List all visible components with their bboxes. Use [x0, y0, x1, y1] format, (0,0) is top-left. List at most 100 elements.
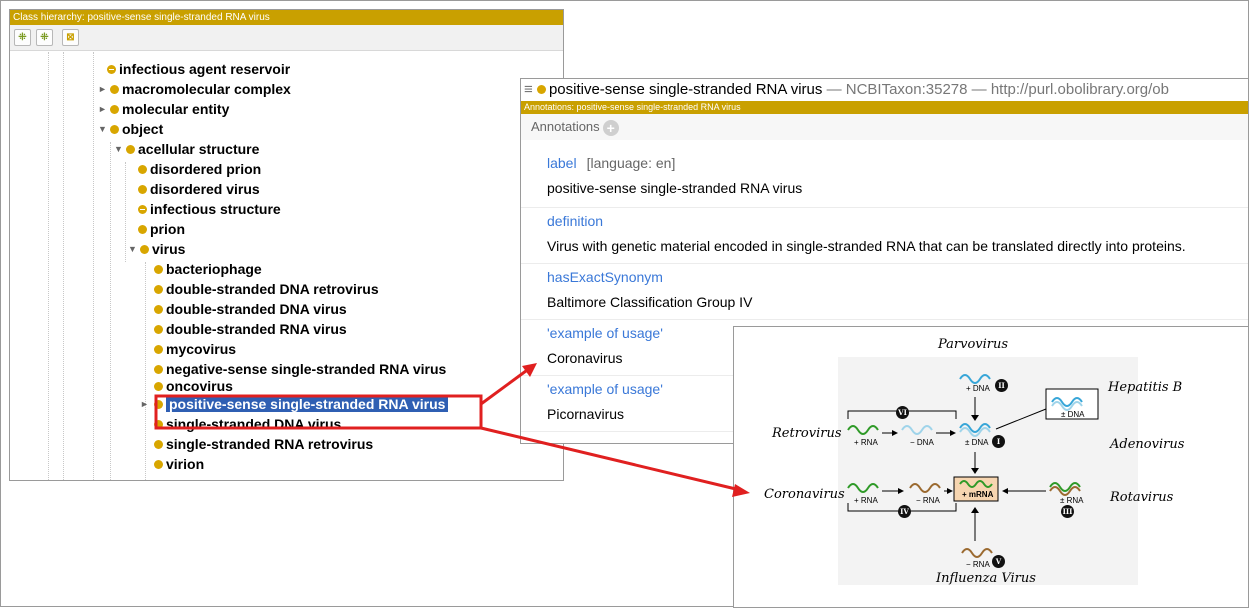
class-icon	[154, 440, 163, 449]
annotation-property: 'example of usage'	[547, 381, 663, 397]
annotation-property: hasExactSynonym	[547, 269, 663, 285]
tree-node[interactable]: mycovirus	[154, 339, 236, 359]
annotation-value: Coronavirus	[547, 350, 623, 366]
class-icon	[140, 245, 149, 254]
adenovirus-label: Adenovirus	[1110, 437, 1185, 452]
group-ii-badge: II	[995, 379, 1008, 392]
class-icon	[154, 420, 163, 429]
class-icon	[138, 185, 147, 194]
class-hierarchy-header: Class hierarchy: positive-sense single-s…	[10, 10, 563, 25]
group-iii-badge: III	[1061, 505, 1074, 518]
delete-class-icon[interactable]: ⊠	[62, 29, 79, 46]
collapse-arrow-icon[interactable]: ▼	[98, 119, 107, 139]
add-annotation-icon[interactable]: +	[602, 120, 619, 136]
annotation-property: definition	[547, 213, 604, 229]
tree-node-selected[interactable]: positive-sense single-stranded RNA virus	[154, 394, 449, 414]
class-icon	[154, 382, 163, 391]
tree-node[interactable]: macromolecular complex	[110, 79, 291, 99]
menu-icon[interactable]: ≡	[524, 81, 533, 98]
entity-iri: — NCBITaxon:35278 — http://purl.obolibra…	[826, 81, 1169, 98]
tree-node[interactable]: oncovirus	[154, 376, 233, 396]
tree-node[interactable]: bacteriophage	[154, 259, 262, 279]
class-icon	[138, 165, 147, 174]
influenza-rna-label: − RNA	[966, 560, 990, 569]
add-subclass-icon[interactable]: ⁜	[14, 29, 31, 46]
hepatitis-label: Hepatitis B	[1108, 380, 1183, 395]
annotation-row[interactable]: label [language: en] positive-sense singl…	[521, 145, 1248, 208]
annotation-property: 'example of usage'	[547, 325, 663, 341]
tree-node[interactable]: disordered virus	[138, 179, 260, 199]
annotation-row[interactable]: hasExactSynonym Baltimore Classification…	[521, 263, 1248, 320]
group-v-badge: V	[992, 555, 1005, 568]
class-hierarchy-panel: Class hierarchy: positive-sense single-s…	[9, 9, 564, 481]
add-sibling-icon[interactable]: ⁜	[36, 29, 53, 46]
tree-node[interactable]: disordered prion	[138, 159, 261, 179]
tree-node[interactable]: single-stranded RNA retrovirus	[154, 434, 373, 454]
class-icon	[154, 265, 163, 274]
plus-dna-label: + DNA	[966, 384, 990, 393]
class-icon	[154, 285, 163, 294]
roto-rna-label: ± RNA	[1060, 496, 1084, 505]
retro-dna-label: − DNA	[910, 438, 934, 447]
tree-node[interactable]: double-stranded DNA virus	[154, 299, 347, 319]
class-icon	[154, 460, 163, 469]
class-icon	[126, 145, 135, 154]
retro-rna-label: + RNA	[854, 438, 878, 447]
class-icon	[536, 85, 546, 94]
class-icon	[110, 105, 119, 114]
annotation-value: positive-sense single-stranded RNA virus	[547, 180, 803, 196]
pm-dna-label: ± DNA	[965, 438, 989, 447]
group-vi-badge: VI	[896, 406, 909, 419]
expand-arrow-icon[interactable]: ►	[98, 79, 107, 99]
class-icon	[154, 400, 163, 409]
annotation-row[interactable]: definition Virus with genetic material e…	[521, 207, 1248, 264]
class-icon	[107, 65, 116, 74]
corona-plus-rna-label: + RNA	[854, 496, 878, 505]
group-iv-badge: IV	[898, 505, 911, 518]
expand-arrow-icon[interactable]: ►	[140, 394, 149, 414]
tree-node[interactable]: infectious structure	[138, 199, 281, 219]
class-icon	[154, 345, 163, 354]
class-icon	[138, 205, 147, 214]
class-icon	[138, 225, 147, 234]
entity-name: positive-sense single-stranded RNA virus	[548, 81, 823, 98]
tree-node[interactable]: molecular entity	[110, 99, 229, 119]
annotations-section-label: Annotations	[531, 119, 600, 134]
collapse-arrow-icon[interactable]: ▼	[114, 139, 123, 159]
influenza-label: Influenza Virus	[936, 571, 1036, 586]
class-icon	[154, 325, 163, 334]
expand-arrow-icon[interactable]: ►	[98, 99, 107, 119]
annotation-property: label [language: en]	[547, 155, 676, 171]
parvovirus-label: Parvovirus	[938, 337, 1009, 352]
tree-node[interactable]: prion	[138, 219, 185, 239]
class-icon	[154, 365, 163, 374]
rotavirus-label: Rotavirus	[1110, 490, 1174, 505]
hep-dna-label: ± DNA	[1061, 410, 1085, 419]
coronavirus-label: Coronavirus	[764, 487, 845, 502]
collapse-arrow-icon[interactable]: ▼	[128, 239, 137, 259]
class-icon	[110, 125, 119, 134]
annotations-section: Annotations +	[521, 114, 1248, 140]
annotations-header: Annotations: positive-sense single-stran…	[521, 101, 1248, 114]
tree-node[interactable]: single-stranded DNA virus	[154, 414, 341, 434]
hierarchy-toolbar: ⁜ ⁜ ⊠	[10, 25, 563, 51]
figure-graphics	[838, 357, 1138, 585]
baltimore-classification-figure: Parvovirus Hepatitis B Retrovirus Adenov…	[733, 326, 1249, 608]
tree-node[interactable]: infectious agent reservoir	[107, 59, 290, 79]
tree-node[interactable]: double-stranded RNA virus	[154, 319, 347, 339]
tree-node[interactable]: double-stranded DNA retrovirus	[154, 279, 379, 299]
entity-title: ≡ positive-sense single-stranded RNA vir…	[521, 79, 1248, 101]
tree-node[interactable]: object	[110, 119, 163, 139]
annotation-value: Virus with genetic material encoded in s…	[547, 238, 1186, 254]
class-icon	[110, 85, 119, 94]
group-i-badge: I	[992, 435, 1005, 448]
retrovirus-label: Retrovirus	[772, 426, 842, 441]
annotation-value: Baltimore Classification Group IV	[547, 294, 753, 310]
class-tree: infectious agent reservoir ► macromolecu…	[10, 52, 563, 480]
class-icon	[154, 305, 163, 314]
tree-node[interactable]: virion	[154, 454, 204, 474]
tree-node[interactable]: acellular structure	[126, 139, 259, 159]
mrna-label: + mRNA	[962, 490, 994, 499]
annotation-value: Picornavirus	[547, 406, 625, 422]
tree-node[interactable]: virus	[140, 239, 185, 259]
